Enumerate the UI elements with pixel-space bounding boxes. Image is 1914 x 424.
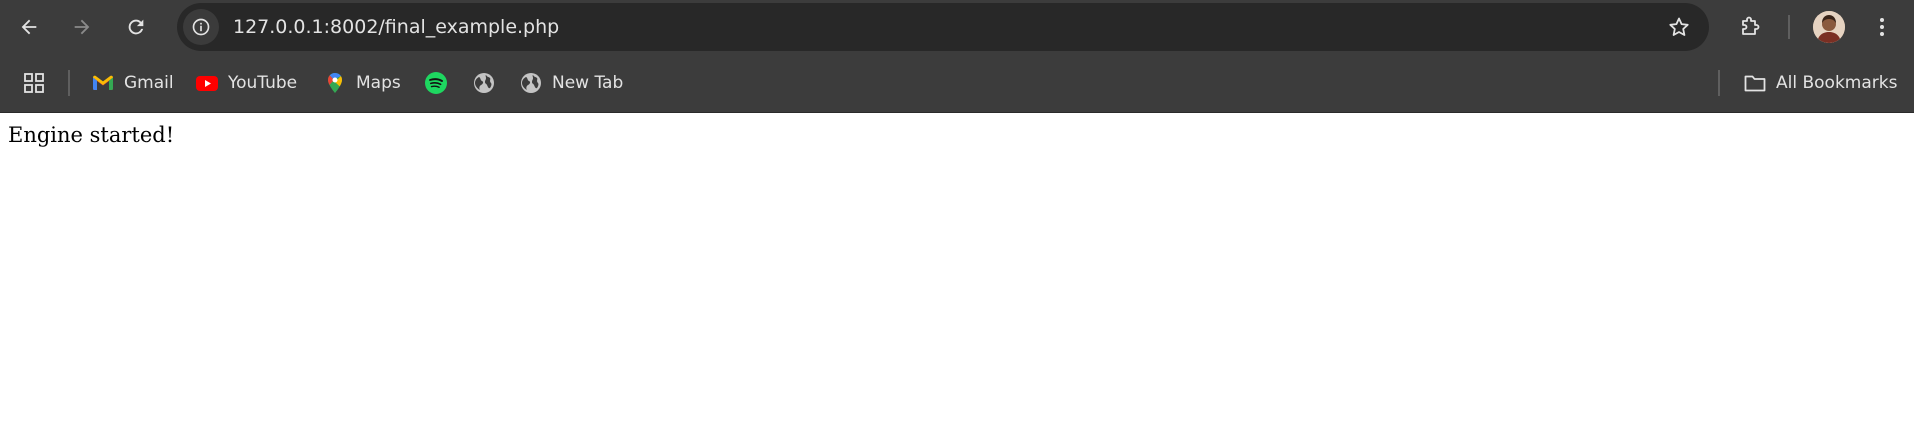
bookmark-label: New Tab: [552, 73, 624, 93]
address-bar[interactable]: 127.0.0.1:8002/final_example.php: [177, 3, 1709, 51]
bookmark-star-button[interactable]: [1667, 15, 1691, 39]
bookmarks-divider: [1718, 70, 1720, 96]
globe-icon: [519, 71, 543, 95]
bookmark-globe[interactable]: [472, 66, 496, 100]
info-icon: [192, 18, 210, 36]
extensions-button[interactable]: [1735, 12, 1765, 42]
all-bookmarks-button[interactable]: All Bookmarks: [1743, 66, 1897, 100]
bookmarks-divider: [68, 70, 70, 96]
engine-status-message: Engine started!: [8, 123, 175, 147]
globe-icon: [472, 71, 496, 95]
bookmark-spotify[interactable]: [424, 66, 448, 100]
menu-button[interactable]: [1867, 12, 1897, 42]
arrow-left-icon: [21, 19, 37, 35]
forward-button[interactable]: [64, 9, 100, 45]
reload-icon: [128, 19, 144, 35]
youtube-icon: [195, 71, 219, 95]
all-bookmarks-label: All Bookmarks: [1776, 73, 1898, 93]
site-info-button[interactable]: [183, 9, 219, 45]
puzzle-icon: [1742, 16, 1760, 35]
star-icon: [1669, 17, 1689, 36]
bookmark-label: Gmail: [124, 73, 174, 93]
back-button[interactable]: [11, 9, 47, 45]
bookmark-label: YouTube: [228, 73, 298, 93]
browser-toolbar: 127.0.0.1:8002/final_example.php: [0, 0, 1914, 54]
bookmark-maps[interactable]: Maps: [323, 66, 401, 100]
bookmark-gmail[interactable]: Gmail: [91, 66, 174, 100]
gmail-icon: [91, 71, 115, 95]
bookmark-youtube[interactable]: YouTube: [195, 66, 297, 100]
reload-button[interactable]: [118, 9, 154, 45]
profile-avatar[interactable]: [1813, 11, 1845, 43]
bookmark-label: Maps: [356, 73, 401, 93]
avatar-image: [1813, 11, 1845, 43]
bookmark-new-tab[interactable]: New Tab: [519, 66, 623, 100]
maps-icon: [323, 71, 347, 95]
arrow-right-icon: [74, 19, 90, 35]
bookmarks-bar: Gmail YouTube Maps New Tab All Bookmarks: [0, 54, 1914, 113]
folder-icon: [1743, 71, 1767, 95]
url-text[interactable]: 127.0.0.1:8002/final_example.php: [233, 3, 559, 51]
apps-grid-icon: [22, 71, 46, 95]
toolbar-divider: [1788, 15, 1790, 39]
spotify-icon: [424, 71, 448, 95]
apps-button[interactable]: [22, 66, 46, 100]
page-content: Engine started!: [0, 113, 1914, 424]
more-vert-icon: [1880, 18, 1884, 36]
